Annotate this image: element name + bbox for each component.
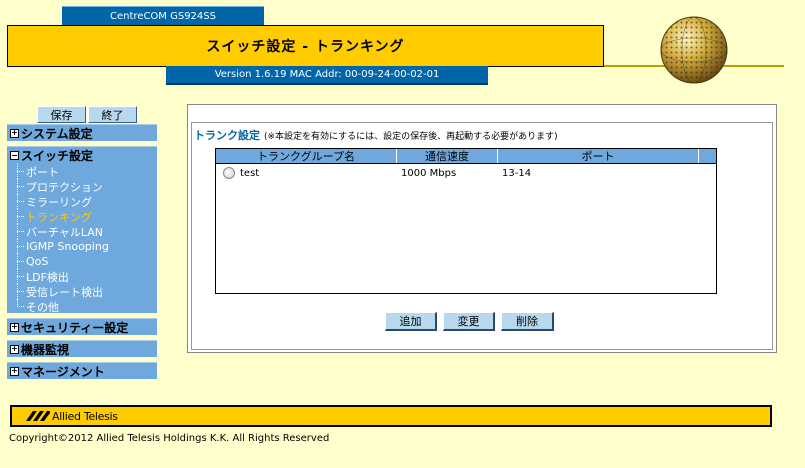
- sidebar-subitem-other[interactable]: その他: [15, 299, 157, 314]
- expand-plus-icon: +: [10, 344, 19, 354]
- change-button[interactable]: 変更: [443, 312, 495, 331]
- sidebar-item-label: スイッチ設定: [21, 149, 94, 163]
- brand-name: Allied Telesis: [52, 409, 118, 423]
- content-panel: トランク設定 (※本設定を有効にするには、設定の保存後、再起動する必要があります)…: [187, 104, 777, 353]
- page-title: スイッチ設定 - トランキング: [7, 25, 604, 67]
- model-tab: CentreCOM GS924SS: [62, 6, 264, 26]
- expand-plus-icon: +: [10, 128, 19, 138]
- table-header: トランクグループ名 通信速度 ポート: [216, 149, 716, 164]
- section-note: (※本設定を有効にするには、設定の保存後、再起動する必要があります): [264, 132, 558, 142]
- sidebar-subitem-trunking[interactable]: トランキング: [15, 209, 157, 224]
- sidebar-item-monitor[interactable]: + 機器監視: [7, 340, 157, 357]
- sidebar-switch-panel: − スイッチ設定 ポート プロテクション ミラーリング トランキング バーチャル…: [7, 146, 157, 314]
- sidebar-subitem-protection[interactable]: プロテクション: [15, 179, 157, 194]
- sidebar-top-buttons: 保存 終了: [37, 106, 137, 123]
- table-row[interactable]: test 1000 Mbps 13-14: [216, 164, 716, 182]
- table-cell-name: test: [216, 167, 397, 179]
- footer-bar: Allied Telesis: [10, 405, 772, 427]
- sidebar-item-label: セキュリティー設定: [21, 320, 129, 335]
- allied-telesis-logo-icon: [26, 411, 50, 421]
- trunk-table: トランクグループ名 通信速度 ポート test 1000 Mbps 13-14: [215, 148, 717, 294]
- column-header-spacer: [699, 149, 716, 163]
- expand-plus-icon: +: [10, 322, 19, 332]
- trunk-name: test: [240, 167, 260, 179]
- sidebar-item-security[interactable]: + セキュリティー設定: [7, 318, 157, 335]
- switch-submenu: ポート プロテクション ミラーリング トランキング バーチャルLAN IGMP …: [15, 164, 157, 314]
- collapse-minus-icon: −: [10, 150, 19, 160]
- globe-logo-icon: [660, 16, 728, 84]
- sidebar-item-switch[interactable]: − スイッチ設定: [7, 147, 157, 164]
- sidebar-item-management[interactable]: + マネージメント: [7, 362, 157, 379]
- column-header-speed: 通信速度: [397, 149, 498, 163]
- sidebar-subitem-rx-rate[interactable]: 受信レート検出: [15, 284, 157, 299]
- sidebar-subitem-mirroring[interactable]: ミラーリング: [15, 194, 157, 209]
- section-title-text: トランク設定: [194, 129, 260, 142]
- exit-button[interactable]: 終了: [88, 106, 137, 123]
- sidebar-subitem-port[interactable]: ポート: [15, 164, 157, 179]
- action-buttons: 追加 変更 削除: [385, 312, 554, 331]
- sidebar-subitem-vlan[interactable]: バーチャルLAN: [15, 224, 157, 239]
- sidebar-item-label: マネージメント: [21, 364, 105, 379]
- add-button[interactable]: 追加: [385, 312, 437, 331]
- row-select-radio[interactable]: [223, 167, 235, 179]
- sidebar-subitem-ldf[interactable]: LDF検出: [15, 269, 157, 284]
- trunk-settings-section: トランク設定 (※本設定を有効にするには、設定の保存後、再起動する必要があります)…: [191, 122, 773, 350]
- save-button[interactable]: 保存: [37, 106, 86, 123]
- sidebar-item-label: 機器監視: [21, 342, 70, 357]
- delete-button[interactable]: 削除: [501, 312, 554, 331]
- sidebar-item-label: システム設定: [21, 126, 93, 141]
- expand-plus-icon: +: [10, 366, 19, 376]
- column-header-port: ポート: [498, 149, 699, 163]
- table-cell-ports: 13-14: [502, 167, 532, 179]
- table-cell-speed: 1000 Mbps: [401, 167, 457, 179]
- copyright-text: Copyright©2012 Allied Telesis Holdings K…: [9, 433, 330, 444]
- section-title: トランク設定 (※本設定を有効にするには、設定の保存後、再起動する必要があります): [194, 127, 558, 143]
- column-header-group-name: トランクグループ名: [216, 149, 397, 163]
- sidebar-subitem-igmp-snooping[interactable]: IGMP Snooping: [15, 239, 157, 254]
- sidebar-item-system[interactable]: + システム設定: [7, 124, 157, 141]
- version-info: Version 1.6.19 MAC Addr: 00-09-24-00-02-…: [166, 66, 488, 85]
- sidebar-subitem-qos[interactable]: QoS: [15, 254, 157, 269]
